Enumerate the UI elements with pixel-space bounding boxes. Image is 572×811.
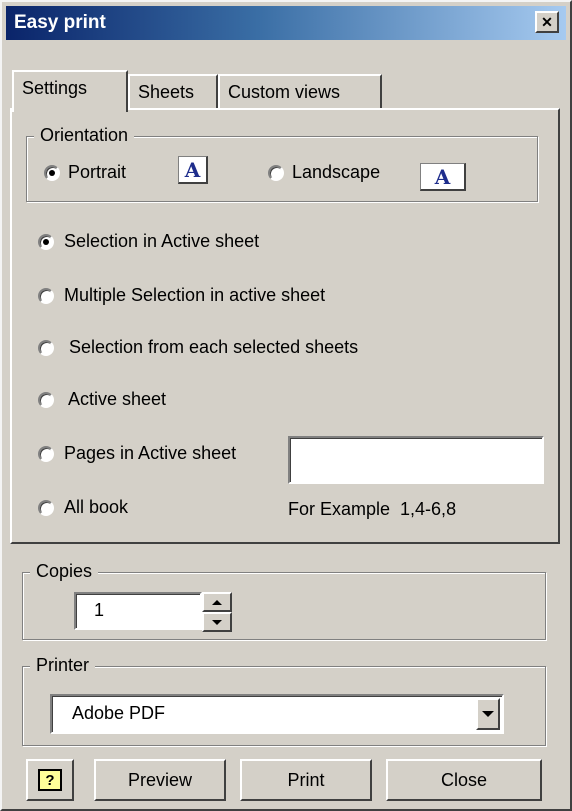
copies-increment-button[interactable] [202, 592, 232, 612]
radio-pages-active-sheet[interactable] [38, 446, 54, 462]
label-all-book[interactable]: All book [64, 497, 128, 518]
tab-custom-views-label: Custom views [228, 82, 341, 102]
copies-input[interactable]: 1 [74, 592, 202, 630]
label-selection-each-sheet[interactable]: Selection from each selected sheets [64, 337, 358, 358]
preview-button[interactable]: Preview [94, 759, 226, 801]
help-button[interactable]: ? [26, 759, 74, 801]
help-icon: ? [38, 769, 62, 791]
printer-dropdown-button[interactable] [476, 698, 500, 730]
label-active-sheet[interactable]: Active sheet [64, 389, 166, 410]
portrait-radio[interactable] [44, 165, 60, 181]
radio-active-sheet[interactable] [38, 392, 54, 408]
title-bar: Easy print [6, 6, 566, 40]
tab-settings[interactable]: Settings [12, 70, 128, 112]
tab-custom-views[interactable]: Custom views [218, 74, 382, 108]
orientation-legend: Orientation [34, 125, 135, 146]
window-title: Easy print [14, 12, 106, 33]
radio-all-book[interactable] [38, 500, 54, 516]
landscape-label[interactable]: Landscape [292, 162, 380, 183]
landscape-icon: A [420, 163, 466, 191]
close-button[interactable]: Close [386, 759, 542, 801]
arrow-up-icon [212, 599, 222, 605]
portrait-label[interactable]: Portrait [68, 162, 126, 183]
tab-sheets-label: Sheets [138, 82, 195, 102]
tab-sheets[interactable]: Sheets [128, 74, 218, 108]
tab-settings-label: Settings [22, 78, 88, 98]
portrait-icon: A [178, 156, 208, 184]
radio-selection-each-sheet[interactable] [38, 340, 54, 356]
pages-input[interactable] [288, 436, 544, 484]
close-window-button[interactable]: ✕ [535, 11, 559, 33]
label-multiple-selection[interactable]: Multiple Selection in active sheet [64, 285, 325, 306]
print-button[interactable]: Print [240, 759, 372, 801]
printer-select[interactable]: Adobe PDF [50, 694, 504, 734]
radio-multiple-selection[interactable] [38, 288, 54, 304]
pages-example-hint: For Example 1,4-6,8 [288, 499, 457, 519]
printer-legend: Printer [30, 655, 96, 676]
close-icon: ✕ [541, 13, 553, 30]
printer-selected-value: Adobe PDF [72, 703, 166, 723]
arrow-down-icon [212, 619, 222, 625]
label-pages-active-sheet[interactable]: Pages in Active sheet [64, 443, 236, 464]
copies-decrement-button[interactable] [202, 612, 232, 632]
easy-print-dialog: Easy print ✕ Settings Sheets Custom view… [0, 0, 572, 811]
chevron-down-icon [482, 711, 494, 717]
copies-legend: Copies [30, 561, 99, 582]
landscape-radio[interactable] [268, 165, 284, 181]
label-selection-active-sheet[interactable]: Selection in Active sheet [64, 231, 259, 252]
radio-selection-active-sheet[interactable] [38, 234, 54, 250]
